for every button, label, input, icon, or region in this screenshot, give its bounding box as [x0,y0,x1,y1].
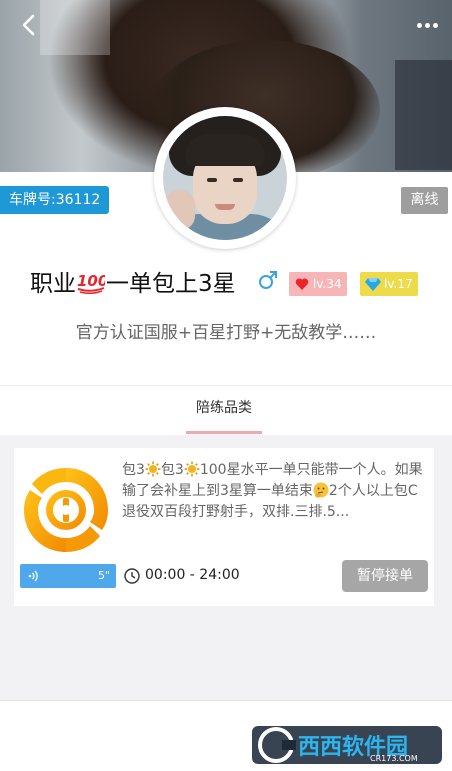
user-name: 职业 100 一单包上3星 [30,264,236,298]
chevron-left-icon [22,14,35,36]
charm-level-value: lv.34 [313,277,342,291]
status-badge: 离线 [401,187,448,214]
service-card[interactable]: 包3 包3 100星水平一单只能带一个人。如果输了会补星上到3星算一单结束 2个人以上… [14,448,434,606]
plate-number-badge: 车牌号:36112 [0,186,110,214]
banner-background-window [395,60,452,170]
tab-coaching-category[interactable]: 陪练品类 [186,386,262,436]
more-dots-icon [416,22,422,28]
male-gender-icon [259,271,277,289]
clock-icon [124,568,140,584]
banner-background-window [40,0,110,55]
desc-text: 包3 [160,462,184,478]
wealth-level-badge: lv.17 [360,272,418,296]
user-name-part: 职业 [30,271,76,297]
active-tab-indicator [186,431,262,434]
voice-duration: 5" [97,569,110,582]
avatar[interactable] [163,116,287,240]
back-button[interactable] [14,10,44,40]
charm-level-badge: lv.34 [289,272,347,296]
desc-text: 包3 [122,462,145,478]
user-name-part: 一单包上3星 [106,271,236,297]
site-watermark-logo: 西西软件园 CR173.COM [252,726,442,764]
service-description: 包3 包3 100星水平一单只能带一个人。如果输了会补星上到3星算一单结束 2个人以上… [122,460,428,538]
sun-icon [184,461,200,477]
pause-orders-button[interactable]: 暂停接单 [342,560,428,592]
voice-intro-player[interactable]: 5" [20,564,116,588]
tab-bar: 陪练品类 [0,385,452,435]
game-logo-icon [24,468,108,552]
svg-text:100: 100 [77,272,105,290]
more-button[interactable] [412,12,442,38]
heart-icon [295,278,309,290]
sound-wave-icon [28,570,38,582]
watermark-site: CR173.COM [370,754,418,763]
thinking-face-icon [313,482,329,498]
hundred-points-icon: 100 [77,270,108,295]
sun-icon [145,461,161,477]
diamond-icon [365,278,381,291]
service-hours: 00:00 - 24:00 [145,567,240,583]
wealth-level-value: lv.17 [384,277,413,291]
signature-text: 官方认证国服+百星打野+无敌教学…… [75,323,377,343]
